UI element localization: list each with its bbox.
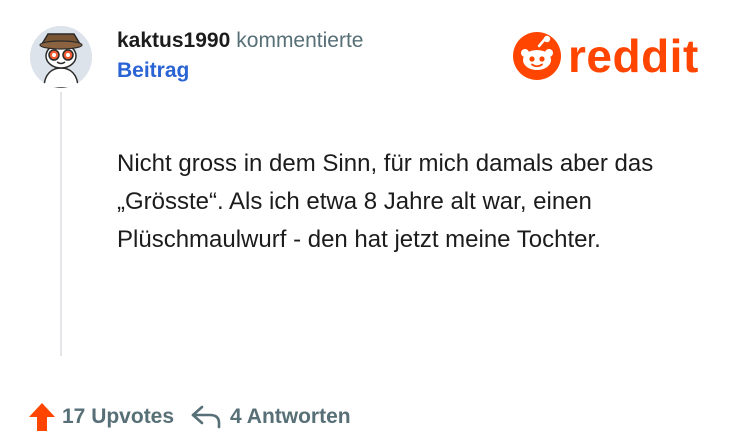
reply-button[interactable]: 4 Antworten <box>190 404 351 430</box>
reddit-snoo-icon <box>513 32 561 80</box>
avatar[interactable] <box>30 26 92 88</box>
upvote-arrow-icon <box>29 403 55 431</box>
reply-count: 4 Antworten <box>230 405 351 428</box>
upvote-button[interactable]: 17 Upvotes <box>28 402 174 432</box>
comment-actions: 17 Upvotes 4 Antworten <box>28 402 351 432</box>
author-username[interactable]: kaktus1990 <box>117 29 230 52</box>
action-text: kommentierte <box>236 29 364 52</box>
comment-header: kaktus1990 kommentierte Beitrag <box>117 28 363 84</box>
snoo-avatar-icon <box>30 26 92 88</box>
reddit-wordmark: reddit <box>568 30 699 82</box>
post-link[interactable]: Beitrag <box>117 58 363 84</box>
reply-arrow-icon <box>191 405 221 429</box>
comment-meta: kaktus1990 kommentierte <box>117 28 363 54</box>
comment-body: Nicht gross in dem Sinn, für mich damals… <box>117 150 654 253</box>
reddit-logo: reddit <box>512 28 699 84</box>
thread-line[interactable] <box>60 92 62 356</box>
upvote-count: 17 Upvotes <box>62 405 175 428</box>
